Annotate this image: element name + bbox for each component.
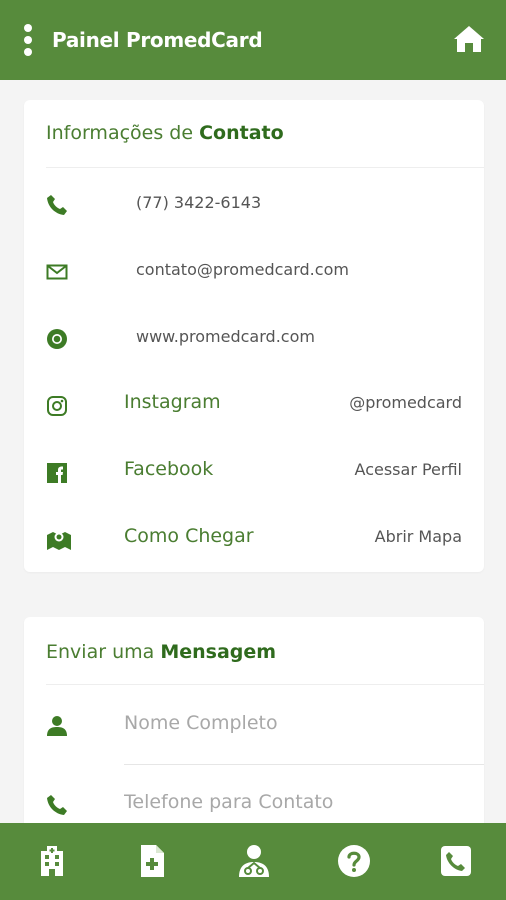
phone-value: (77) 3422-6143 [136,193,262,212]
doctor-icon[interactable] [236,843,272,879]
divider [46,167,484,168]
message-card-title: Enviar uma Mensagem [46,641,277,663]
website-value: www.promedcard.com [136,327,315,346]
bottom-nav-bar [0,823,506,900]
instagram-label: Instagram [124,391,221,413]
instagram-handle: @promedcard [349,393,462,412]
map-action: Abrir Mapa [374,527,462,546]
map-row[interactable]: Como Chegar Abrir Mapa [24,511,484,567]
divider [46,684,484,685]
instagram-icon [46,395,68,417]
facebook-row[interactable]: Facebook Acessar Perfil [24,444,484,500]
phone-icon [46,194,68,216]
map-marked-icon [46,529,71,551]
file-medical-icon[interactable] [134,843,170,879]
home-icon[interactable] [452,24,486,54]
chrome-icon [46,328,68,350]
phone-square-icon[interactable] [438,843,474,879]
user-icon [46,715,68,737]
vertical-dots-icon[interactable] [18,24,38,58]
input-underline [124,764,484,765]
envelope-icon [46,261,68,283]
facebook-label: Facebook [124,458,214,480]
help-icon[interactable] [336,843,372,879]
instagram-row[interactable]: Instagram @promedcard [24,377,484,433]
map-label: Como Chegar [124,525,254,547]
website-row[interactable]: www.promedcard.com [24,310,484,366]
facebook-icon [46,462,68,484]
phone-icon [46,794,68,816]
name-input[interactable] [124,705,464,741]
contact-info-card: Informações de Contato (77) 3422-6143 co… [24,100,484,572]
email-value: contato@promedcard.com [136,260,349,279]
facebook-action: Acessar Perfil [354,460,462,479]
email-row[interactable]: contato@promedcard.com [24,243,484,299]
top-app-bar: Painel PromedCard [0,0,506,80]
building-icon[interactable] [34,843,70,879]
name-field-row [24,693,484,753]
phone-row[interactable]: (77) 3422-6143 [24,176,484,232]
app-title: Painel PromedCard [52,28,263,52]
contact-card-title: Informações de Contato [46,122,284,144]
phone-input[interactable] [124,784,464,820]
